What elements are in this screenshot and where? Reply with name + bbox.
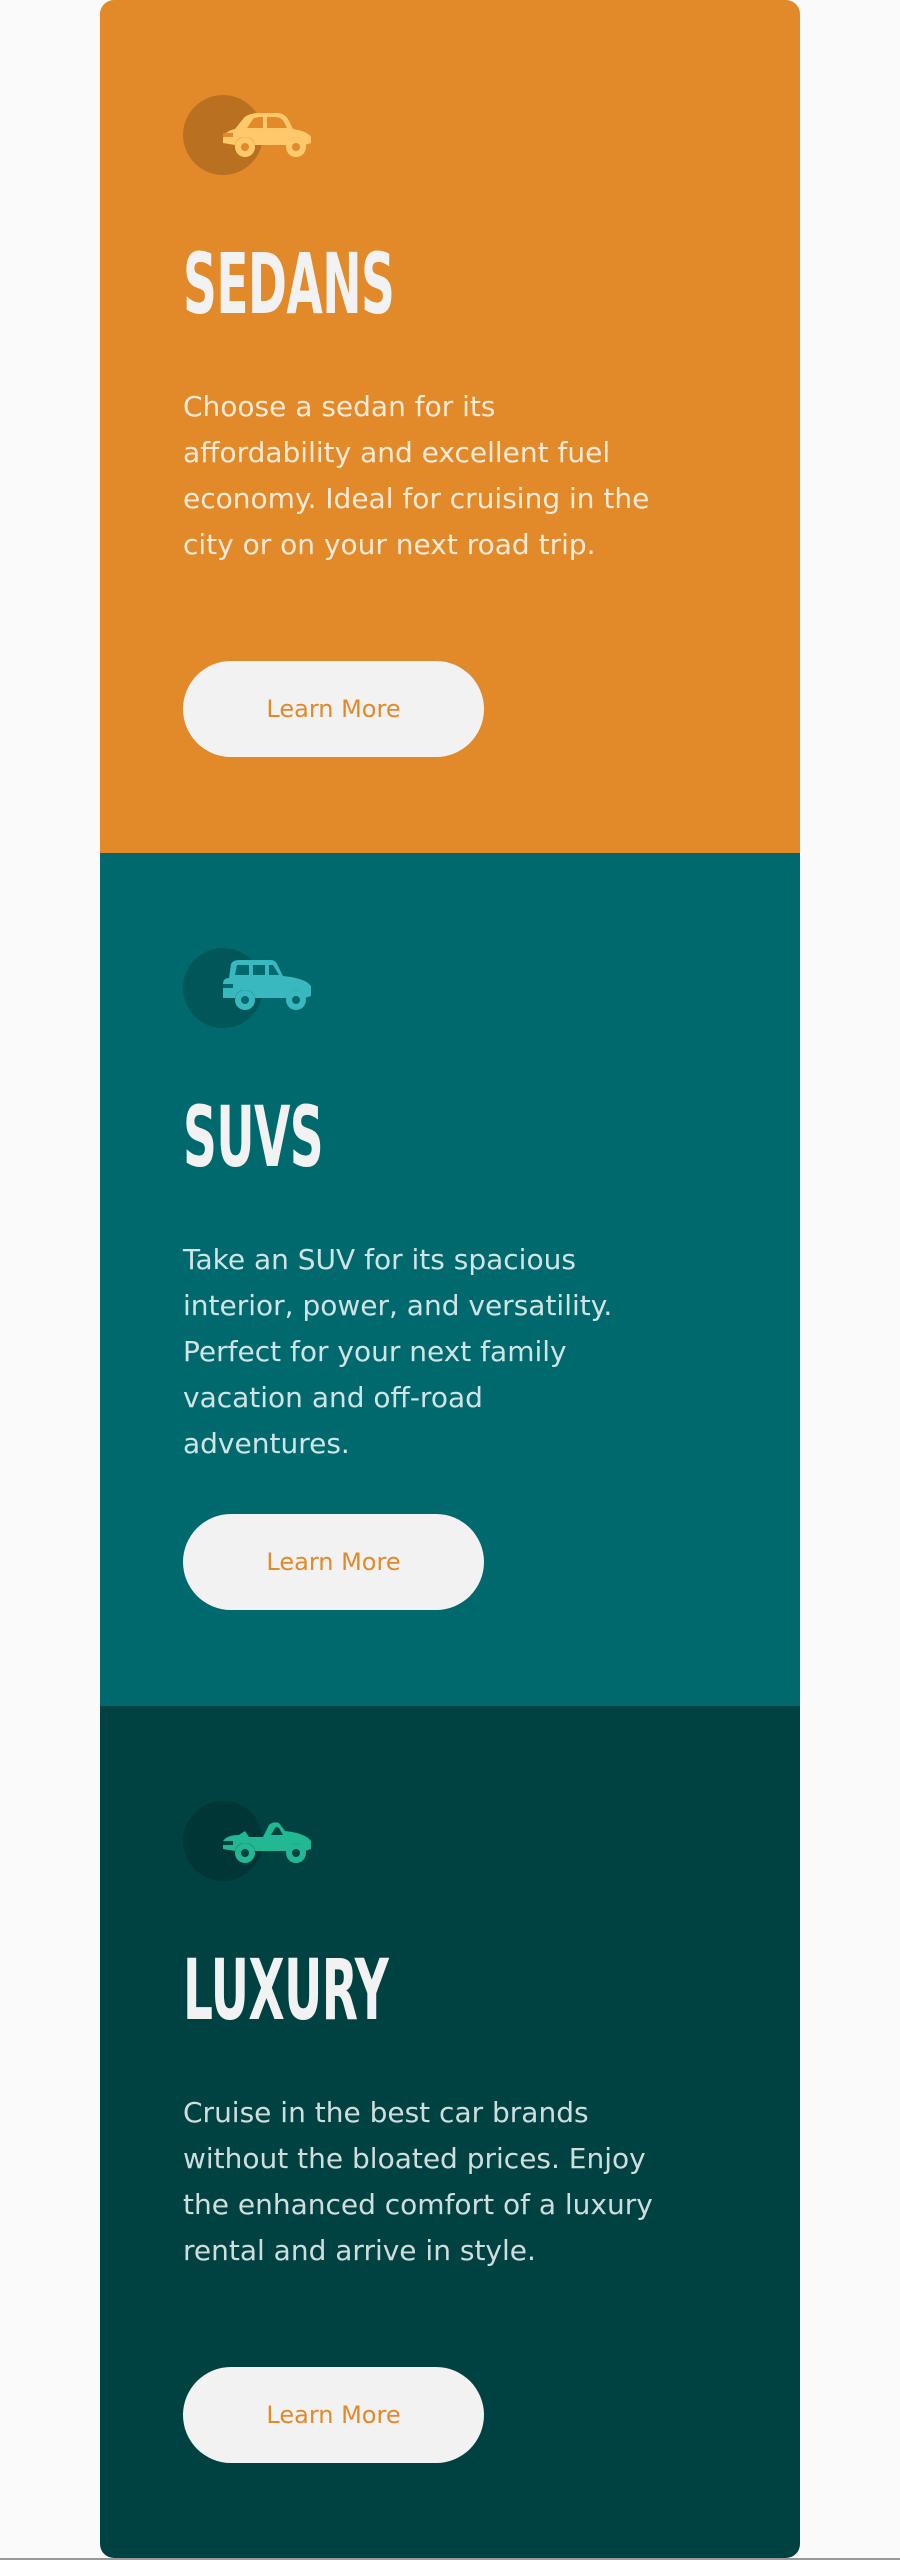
suv-car-icon bbox=[183, 948, 313, 1028]
card-suvs: SUVS Take an SUV for its spacious interi… bbox=[100, 853, 800, 1706]
card-sedans: SEDANS Choose a sedan for its affordabil… bbox=[100, 0, 800, 853]
card-luxury: LUXURY Cruise in the best car brands wit… bbox=[100, 1706, 800, 2558]
luxury-car-icon bbox=[183, 1801, 313, 1881]
card-description: Cruise in the best car brands without th… bbox=[183, 2096, 653, 2267]
card-title: SEDANS bbox=[183, 235, 395, 333]
card-description: Choose a sedan for its affordability and… bbox=[183, 390, 650, 561]
learn-more-button[interactable]: Learn More bbox=[183, 2367, 484, 2463]
learn-more-button[interactable]: Learn More bbox=[183, 661, 484, 757]
car-category-cards: SEDANS Choose a sedan for its affordabil… bbox=[100, 0, 800, 2558]
card-title: LUXURY bbox=[183, 1941, 389, 2039]
sedan-car-icon bbox=[183, 95, 313, 175]
card-title: SUVS bbox=[183, 1088, 324, 1186]
learn-more-button[interactable]: Learn More bbox=[183, 1514, 484, 1610]
card-description: Take an SUV for its spacious interior, p… bbox=[183, 1243, 613, 1460]
